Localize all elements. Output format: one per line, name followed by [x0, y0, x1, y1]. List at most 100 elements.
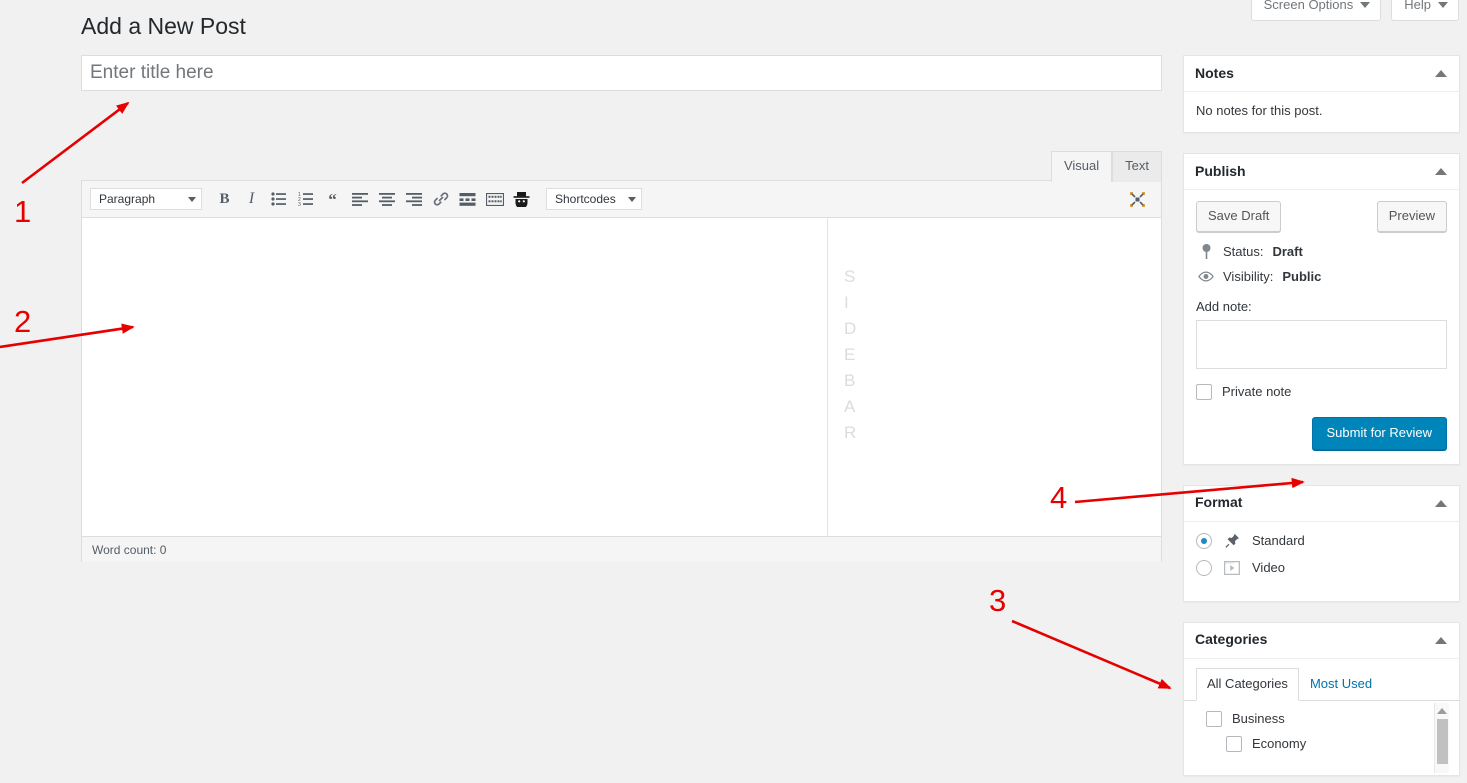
list-item[interactable]: Business — [1206, 710, 1447, 727]
save-draft-button[interactable]: Save Draft — [1196, 201, 1282, 232]
post-status-label: Status: — [1223, 243, 1264, 259]
insert-link-button[interactable] — [427, 186, 454, 212]
italic-button[interactable]: I — [238, 186, 265, 212]
private-note-row: Private note — [1196, 383, 1447, 400]
editor-mode-tabs: Visual Text — [1050, 151, 1162, 183]
screen-meta-buttons: Screen Options Help — [1250, 0, 1459, 21]
tab-text[interactable]: Text — [1112, 151, 1162, 183]
align-left-button[interactable] — [346, 186, 373, 212]
submit-for-review-button[interactable]: Submit for Review — [1311, 416, 1447, 450]
panel-format-header[interactable]: Format — [1184, 486, 1459, 522]
bulleted-list-button[interactable] — [265, 186, 292, 212]
shortcodes-select[interactable]: Shortcodes — [546, 188, 642, 210]
notes-empty-text: No notes for this post. — [1196, 103, 1323, 118]
svg-text:3: 3 — [298, 202, 301, 206]
category-checkbox-economy[interactable] — [1226, 735, 1242, 752]
chevron-up-icon[interactable] — [1435, 70, 1447, 77]
numbered-list-icon: 1 2 3 — [298, 192, 313, 206]
screen-options-button[interactable]: Screen Options — [1250, 0, 1382, 21]
watermark-letter: B — [844, 371, 856, 390]
keyboard-shortcuts-icon — [485, 192, 504, 206]
publish-actions-row: Save Draft Preview — [1196, 201, 1447, 232]
numbered-list-button[interactable]: 1 2 3 — [292, 186, 319, 212]
blockquote-icon: “ — [328, 189, 337, 209]
editor-content-area[interactable]: S I D E B A R — [82, 218, 1161, 536]
fullscreen-icon — [1130, 191, 1145, 207]
post-visibility-value: Public — [1282, 268, 1322, 284]
panel-publish-title: Publish — [1195, 162, 1246, 179]
bulleted-list-icon — [270, 192, 286, 206]
tab-most-used[interactable]: Most Used — [1299, 668, 1383, 701]
pin-icon — [1222, 533, 1242, 548]
chevron-down-icon — [1360, 2, 1371, 8]
read-more-icon — [459, 193, 476, 206]
watermark-letter: D — [844, 319, 857, 338]
blockquote-button[interactable]: “ — [319, 186, 346, 212]
format-option-video[interactable]: Video — [1196, 559, 1447, 576]
chevron-up-icon[interactable] — [1435, 636, 1447, 644]
add-note-textarea[interactable] — [1196, 319, 1447, 369]
pin-icon — [1198, 243, 1214, 259]
align-left-icon — [351, 192, 368, 206]
video-icon — [1222, 560, 1242, 575]
panel-categories-header[interactable]: Categories — [1184, 623, 1459, 659]
category-label-economy: Economy — [1252, 736, 1307, 752]
panel-publish-header[interactable]: Publish — [1184, 154, 1459, 190]
annotation-arrow-1 — [21, 101, 130, 185]
panel-notes-header[interactable]: Notes — [1184, 56, 1459, 92]
panel-notes-title: Notes — [1195, 64, 1234, 81]
chevron-down-icon — [628, 196, 636, 202]
format-option-standard[interactable]: Standard — [1196, 532, 1447, 549]
align-right-icon — [405, 192, 422, 206]
panel-publish-body: Save Draft Preview Status: Draft Visibil… — [1184, 190, 1459, 464]
link-icon — [433, 192, 448, 206]
panel-notes: Notes No notes for this post. — [1183, 55, 1460, 133]
categories-tabs: All Categories Most Used — [1184, 667, 1459, 701]
tab-all-categories[interactable]: All Categories — [1196, 667, 1299, 701]
annotation-arrow-3 — [1011, 619, 1172, 690]
watermark-letter: E — [844, 345, 856, 364]
list-item[interactable]: Economy — [1206, 735, 1447, 752]
panel-categories-title: Categories — [1195, 631, 1268, 648]
editor-column-divider — [827, 218, 828, 536]
format-radio-video[interactable] — [1196, 559, 1212, 576]
shortcodes-label: Shortcodes — [555, 192, 616, 206]
panel-categories: Categories All Categories Most Used Busi… — [1183, 621, 1460, 776]
align-center-icon — [378, 192, 395, 206]
panel-format: Format Standard Video — [1183, 484, 1460, 602]
bold-button[interactable]: B — [211, 186, 238, 212]
distraction-free-button[interactable] — [508, 186, 535, 212]
word-count-label: Word count: 0 — [92, 542, 167, 557]
post-title-input[interactable] — [82, 56, 1161, 90]
private-note-checkbox[interactable] — [1196, 383, 1212, 400]
categories-list: Business Economy — [1196, 702, 1449, 773]
scroll-up-arrow-icon[interactable] — [1437, 707, 1447, 714]
insert-read-more-button[interactable] — [454, 186, 481, 212]
chevron-up-icon[interactable] — [1435, 499, 1447, 507]
tab-visual[interactable]: Visual — [1050, 151, 1113, 183]
format-radio-standard[interactable] — [1196, 532, 1212, 549]
paragraph-format-label: Paragraph — [99, 192, 156, 206]
scrollbar-thumb[interactable] — [1436, 718, 1448, 764]
preview-button[interactable]: Preview — [1376, 201, 1447, 232]
chevron-down-icon — [188, 196, 196, 202]
panel-publish: Publish Save Draft Preview Status: Draft… — [1183, 153, 1460, 465]
chevron-down-icon — [1438, 2, 1448, 8]
annotation-number-1: 1 — [14, 194, 32, 229]
categories-scrollbar[interactable] — [1434, 702, 1449, 773]
align-right-button[interactable] — [400, 186, 427, 212]
chevron-up-icon[interactable] — [1435, 168, 1447, 175]
category-checkbox-business[interactable] — [1206, 710, 1222, 727]
keyboard-shortcuts-button[interactable] — [481, 186, 508, 212]
fullscreen-toggle-button[interactable] — [1124, 186, 1151, 212]
help-button[interactable]: Help — [1391, 0, 1459, 21]
watermark-letter: A — [844, 397, 856, 416]
format-label-video: Video — [1252, 560, 1286, 576]
panel-format-title: Format — [1195, 494, 1243, 511]
italic-icon: I — [248, 190, 255, 207]
sidebar-watermark: S I D E B A R — [844, 264, 857, 446]
editor-status-bar: Word count: 0 — [82, 536, 1161, 562]
paragraph-format-select[interactable]: Paragraph — [90, 188, 202, 210]
eye-icon — [1198, 270, 1214, 282]
align-center-button[interactable] — [373, 186, 400, 212]
